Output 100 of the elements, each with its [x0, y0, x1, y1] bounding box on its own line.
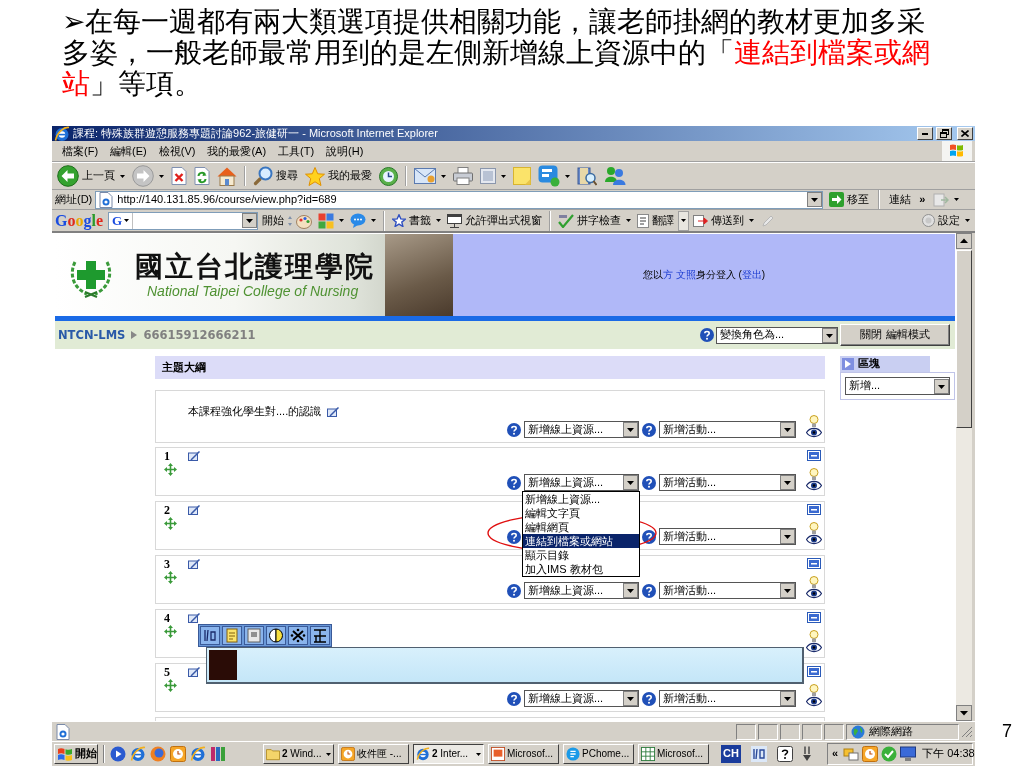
go-button[interactable]: 移至	[826, 190, 873, 209]
move-icon[interactable]	[164, 625, 177, 638]
activity-select[interactable]: 新增活動...	[659, 474, 796, 491]
spellcheck-button[interactable]: 拼字檢查	[556, 210, 633, 231]
search-field[interactable]: G	[108, 211, 258, 230]
close-button[interactable]	[957, 127, 973, 140]
stop-button[interactable]	[168, 165, 190, 187]
resource-select[interactable]: 新增線上資源...	[524, 582, 639, 599]
help-icon[interactable]	[507, 422, 521, 437]
menu-item[interactable]: 檔案(F)	[56, 143, 105, 159]
resource-select[interactable]: 新增線上資源...	[524, 421, 639, 438]
dropdown-option[interactable]: 編輯網頁	[523, 520, 639, 534]
edit-icon[interactable]	[188, 667, 200, 677]
help-icon[interactable]	[642, 475, 656, 490]
menu-item[interactable]: 編輯(E)	[104, 143, 153, 159]
ime-icon[interactable]	[750, 746, 767, 762]
print-button[interactable]	[450, 165, 476, 187]
menu-item[interactable]: 檢視(V)	[152, 143, 202, 159]
stack-icon[interactable]	[843, 746, 860, 762]
taskbar-button[interactable]: Microsof...	[638, 744, 709, 764]
restore-button[interactable]	[936, 127, 952, 140]
eye-icon[interactable]	[806, 642, 822, 653]
taskbar-button[interactable]: 收件匣 -...	[338, 744, 409, 764]
resource-select[interactable]: 新增線上資源...	[524, 690, 639, 707]
edit-mode-button[interactable]: 關閉 編輯模式	[840, 324, 950, 346]
help-icon[interactable]	[642, 583, 656, 598]
edit-icon[interactable]	[188, 613, 200, 623]
scroll-down-button[interactable]	[956, 705, 972, 721]
dropdown-option[interactable]: 加入IMS 教材包	[523, 562, 639, 576]
dropdown-option[interactable]: 編輯文字頁	[523, 506, 639, 520]
help-icon[interactable]	[642, 422, 656, 437]
ime-mode-icon[interactable]	[200, 626, 220, 645]
more-links-button[interactable]: »	[917, 190, 928, 209]
help-icon[interactable]	[507, 691, 521, 706]
menu-item[interactable]: 工具(T)	[272, 143, 321, 159]
eye-icon[interactable]	[806, 696, 822, 707]
collapse-icon[interactable]	[807, 612, 821, 623]
taskbar-button[interactable]: PChome...	[563, 744, 634, 764]
edit-icon[interactable]	[327, 406, 340, 417]
square-icon[interactable]	[244, 626, 264, 645]
check-icon[interactable]	[881, 746, 898, 762]
browser-icon[interactable]	[190, 746, 206, 762]
taskbar-button[interactable]: 2 Inter...	[413, 744, 484, 764]
history-button[interactable]	[376, 165, 401, 187]
eye-icon[interactable]	[806, 588, 822, 599]
back-button[interactable]: 上一頁	[54, 165, 128, 187]
play-icon[interactable]	[110, 746, 126, 762]
scroll-up-button[interactable]	[956, 233, 972, 249]
breadcrumb-link[interactable]: NTCN-LMS	[58, 328, 126, 342]
settings-button[interactable]: 設定	[920, 210, 972, 231]
collapse-icon[interactable]	[807, 558, 821, 569]
search-button[interactable]: 搜尋	[250, 165, 301, 187]
edit-icon[interactable]	[188, 505, 200, 515]
popup-blocker-button[interactable]: 允許彈出式視窗	[445, 210, 544, 231]
edit-icon[interactable]	[188, 451, 200, 461]
clock-icon[interactable]	[862, 746, 879, 762]
collapse-icon[interactable]	[807, 666, 821, 677]
activity-select[interactable]: 新增活動...	[659, 582, 796, 599]
move-icon[interactable]	[164, 463, 177, 476]
clock-icon[interactable]	[170, 746, 186, 762]
taskbar-button[interactable]: 2 Wind...	[263, 744, 334, 764]
links-button[interactable]: 連結	[886, 190, 915, 209]
eye-icon[interactable]	[806, 427, 822, 438]
address-field[interactable]: http://140.131.85.96/course/view.php?id=689	[95, 190, 824, 209]
user-name-link[interactable]: 方 文照	[662, 269, 696, 280]
pen-icon[interactable]	[802, 746, 811, 762]
scrollbar-thumb[interactable]	[956, 250, 972, 428]
help-icon[interactable]	[642, 529, 656, 544]
role-select[interactable]: 變換角色為...	[716, 326, 838, 344]
dropdown-option[interactable]: 連結到檔案或網站	[523, 534, 639, 548]
research-button[interactable]	[574, 165, 600, 187]
eye-icon[interactable]	[806, 480, 822, 491]
help-icon[interactable]	[507, 529, 521, 544]
browser-icon[interactable]	[130, 746, 146, 762]
activity-select[interactable]: 新增活動...	[659, 690, 796, 707]
language-indicator[interactable]: CH	[721, 745, 741, 763]
refresh-button[interactable]	[191, 165, 213, 187]
monitor-icon[interactable]	[900, 746, 917, 762]
eye-icon[interactable]	[806, 534, 822, 545]
collapse-icon[interactable]	[807, 450, 821, 461]
cross-dots-icon[interactable]	[288, 626, 308, 645]
add-block-select[interactable]: 新增...	[845, 377, 950, 395]
help-icon[interactable]	[642, 691, 656, 706]
search-engine-button[interactable]: G	[109, 212, 134, 229]
menu-item[interactable]: 我的最愛(A)	[201, 143, 273, 159]
mail-button[interactable]	[411, 165, 449, 187]
bookmarks-button[interactable]: 書籤	[390, 210, 443, 231]
help-icon[interactable]	[776, 746, 793, 762]
help-icon[interactable]	[507, 475, 521, 490]
document-icon[interactable]	[222, 626, 242, 645]
dropdown-option[interactable]: 顯示目錄	[523, 548, 639, 562]
grid-icon[interactable]	[310, 626, 330, 645]
move-icon[interactable]	[164, 679, 177, 692]
translate-menu-button[interactable]	[678, 210, 689, 231]
search-go-button[interactable]: 開始	[260, 210, 286, 231]
start-button[interactable]: 開始	[54, 744, 98, 764]
globe-icon[interactable]	[150, 746, 166, 762]
move-icon[interactable]	[164, 571, 177, 584]
edit-icon[interactable]	[188, 559, 200, 569]
move-icon[interactable]	[164, 517, 177, 530]
